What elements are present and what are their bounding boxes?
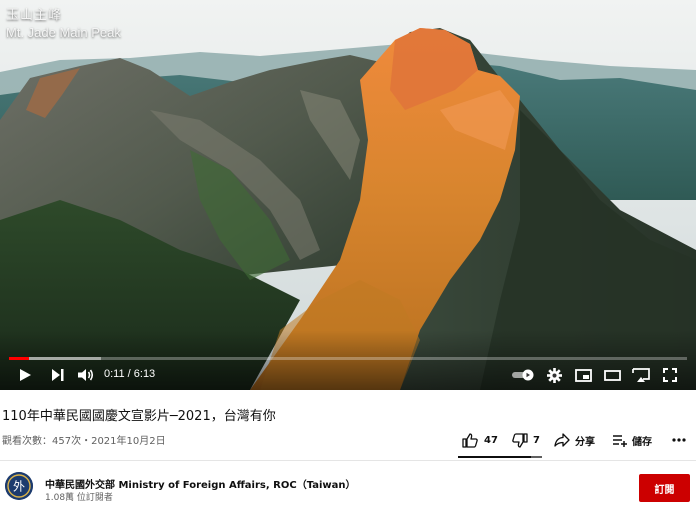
overlay-title-zh: 玉山主峰 bbox=[6, 8, 63, 23]
avatar-text: 外 bbox=[13, 480, 25, 494]
youtube-watch-page: 玉山主峰 Mt. Jade Main Peak 0:11 / 6:13 110年… bbox=[0, 0, 696, 509]
progress-played bbox=[9, 357, 30, 360]
like-ratio-fill bbox=[458, 456, 532, 458]
theater-icon bbox=[603, 369, 621, 381]
volume-button[interactable] bbox=[75, 364, 97, 386]
divider bbox=[0, 460, 696, 461]
next-button[interactable] bbox=[46, 364, 68, 386]
time-display: 0:11 / 6:13 bbox=[104, 368, 156, 380]
autoplay-toggle-icon bbox=[512, 369, 534, 381]
channel-avatar[interactable]: 外 bbox=[5, 472, 33, 500]
video-meta: 觀看次數：457次・2021年10月2日 bbox=[2, 436, 166, 447]
save-button[interactable]: 儲存 bbox=[612, 430, 652, 450]
play-button[interactable] bbox=[14, 364, 36, 386]
like-button[interactable]: 47 bbox=[462, 430, 498, 450]
overlay-title-en: Mt. Jade Main Peak bbox=[6, 25, 121, 40]
share-icon bbox=[554, 433, 570, 447]
thumbs-up-icon bbox=[462, 432, 478, 448]
progress-bar[interactable] bbox=[9, 357, 687, 360]
theater-button[interactable] bbox=[601, 364, 623, 386]
more-actions-button[interactable] bbox=[672, 430, 686, 450]
dislike-count: 7 bbox=[533, 434, 540, 446]
save-label: 儲存 bbox=[632, 436, 652, 448]
miniplayer-icon bbox=[574, 368, 592, 382]
dislike-button[interactable]: 7 bbox=[512, 430, 540, 450]
cast-button[interactable] bbox=[630, 364, 652, 386]
video-player[interactable]: 玉山主峰 Mt. Jade Main Peak 0:11 / 6:13 bbox=[0, 0, 696, 390]
like-count: 47 bbox=[484, 434, 498, 446]
settings-button[interactable] bbox=[543, 364, 565, 386]
fullscreen-icon bbox=[663, 368, 677, 382]
duration: 6:13 bbox=[133, 368, 156, 380]
share-label: 分享 bbox=[575, 436, 595, 448]
channel-name[interactable]: 中華民國外交部 Ministry of Foreign Affairs, ROC… bbox=[45, 476, 356, 491]
cast-icon bbox=[632, 367, 650, 382]
play-icon bbox=[20, 369, 31, 381]
autoplay-toggle[interactable] bbox=[510, 364, 536, 386]
like-ratio-bar bbox=[458, 456, 542, 458]
subscribe-button[interactable]: 訂閱 bbox=[639, 474, 690, 502]
video-overlay-title: 玉山主峰 Mt. Jade Main Peak bbox=[6, 8, 121, 41]
thumbs-down-icon bbox=[512, 432, 528, 448]
share-button[interactable]: 分享 bbox=[554, 430, 595, 450]
subscriber-count: 1.08萬 位訂閱者 bbox=[45, 493, 113, 503]
more-horizontal-icon bbox=[672, 438, 686, 442]
video-title: 110年中華民國國慶文宣影片─2021，台灣有你 bbox=[2, 409, 276, 424]
volume-icon bbox=[77, 369, 93, 381]
next-icon bbox=[51, 369, 63, 381]
gear-icon bbox=[546, 367, 562, 383]
channel-logo: 外 bbox=[5, 472, 33, 500]
current-time: 0:11 bbox=[104, 368, 125, 380]
miniplayer-button[interactable] bbox=[572, 364, 594, 386]
fullscreen-button[interactable] bbox=[659, 364, 681, 386]
playlist-add-icon bbox=[613, 434, 627, 447]
